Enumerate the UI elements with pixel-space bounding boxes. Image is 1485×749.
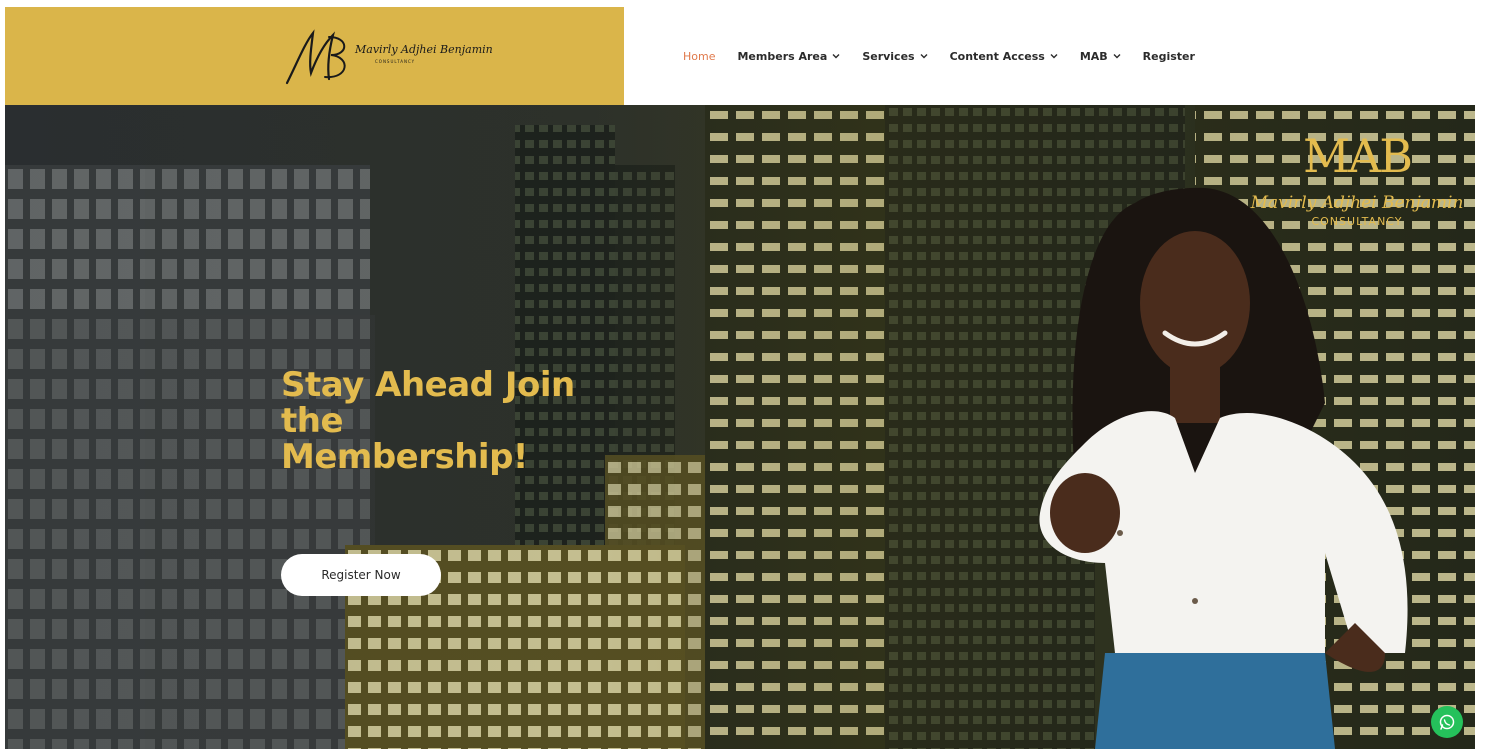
chevron-down-icon	[1050, 54, 1058, 59]
nav-members-area[interactable]: Members Area	[737, 50, 840, 63]
register-now-button[interactable]: Register Now	[281, 554, 441, 596]
site-logo[interactable]: Mavirly Adjhei Benjamin CONSULTANCY	[283, 23, 493, 89]
chevron-down-icon	[920, 54, 928, 59]
whatsapp-icon	[1439, 714, 1455, 730]
hero-headline: Stay Ahead Join the Membership!	[281, 367, 621, 475]
nav-content-access[interactable]: Content Access	[950, 50, 1058, 63]
nav-register[interactable]: Register	[1143, 50, 1195, 63]
logo-mark-icon	[285, 29, 346, 85]
headline-line-1: Stay Ahead Join	[281, 365, 575, 405]
hero-banner: Stay Ahead Join the Membership! Register…	[5, 105, 1475, 749]
nav-content-access-label: Content Access	[949, 49, 1045, 63]
nav-mab[interactable]: MAB	[1080, 50, 1121, 63]
nav-services-label: Services	[862, 49, 915, 63]
nav-home[interactable]: Home	[683, 50, 715, 63]
person-photo	[1039, 187, 1408, 749]
logo-subtitle: CONSULTANCY	[375, 59, 416, 64]
nav-home-label: Home	[683, 49, 716, 63]
headline-line-3: Membership!	[281, 437, 528, 477]
nav-register-label: Register	[1142, 49, 1195, 63]
nav-services[interactable]: Services	[862, 49, 928, 63]
logo-panel: Mavirly Adjhei Benjamin CONSULTANCY	[5, 7, 624, 105]
logo-name: Mavirly Adjhei Benjamin	[355, 43, 493, 56]
headline-line-2: the	[281, 401, 344, 441]
nav-mab-label: MAB	[1079, 49, 1108, 63]
site-header: Mavirly Adjhei Benjamin CONSULTANCY Home…	[5, 7, 1475, 105]
nav-members-area-label: Members Area	[737, 49, 828, 63]
whatsapp-chat-button[interactable]	[1431, 706, 1463, 738]
brand-mark: MAB	[1302, 129, 1413, 183]
chevron-down-icon	[832, 54, 840, 59]
chevron-down-icon	[1113, 54, 1121, 59]
main-nav: Home Members Area Services Content Acces…	[683, 7, 1217, 105]
